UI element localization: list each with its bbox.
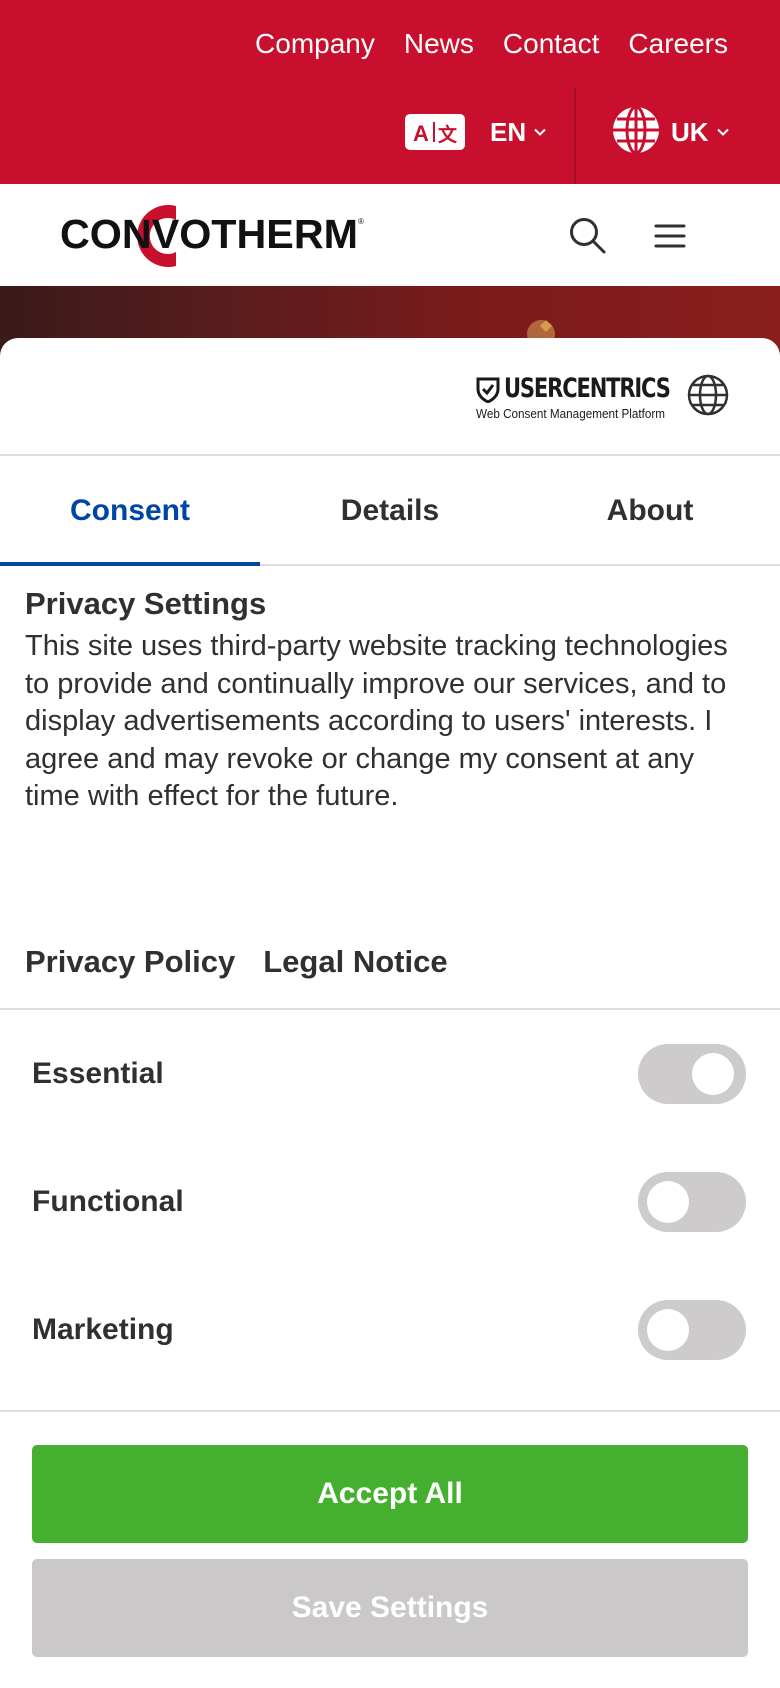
accept-all-button[interactable]: Accept All [32, 1445, 748, 1543]
nav-link-careers[interactable]: Careers [628, 24, 728, 64]
tab-consent[interactable]: Consent [0, 458, 260, 566]
privacy-policy-link[interactable]: Privacy Policy [25, 942, 235, 982]
privacy-settings-title: Privacy Settings [25, 586, 267, 621]
functional-toggle[interactable] [638, 1172, 746, 1232]
site-header: CONVOTHERM ® [0, 184, 780, 286]
category-row-marketing: Marketing [0, 1266, 780, 1394]
privacy-settings-description: This site uses third-party website track… [25, 630, 728, 812]
legal-links: Privacy Policy Legal Notice [25, 942, 448, 982]
consent-actions: Accept All Save Settings [0, 1410, 780, 1688]
locale-row: A 文 EN UK [0, 88, 780, 184]
category-row-essential: Essential [0, 1010, 780, 1138]
logo-text: CONVOTHERM [60, 211, 358, 257]
nav-link-contact[interactable]: Contact [503, 24, 600, 64]
language-label: EN [490, 117, 527, 147]
top-utility-bar: Company News Contact Careers A 文 EN UK [0, 0, 780, 184]
language-globe-icon[interactable] [686, 373, 730, 417]
category-label: Essential [32, 1057, 164, 1090]
divider [574, 88, 576, 184]
privacy-settings-section: Privacy Settings This site uses third-pa… [25, 584, 755, 816]
essential-toggle[interactable] [638, 1044, 746, 1104]
usercentrics-logo: USERCENTRICS Web Consent Management Plat… [474, 374, 671, 424]
svg-text:A: A [413, 121, 429, 146]
search-icon[interactable] [566, 214, 610, 258]
nav-link-news[interactable]: News [404, 24, 474, 64]
globe-icon[interactable] [612, 106, 660, 154]
consent-categories: Essential Functional Marketing [0, 1008, 780, 1394]
category-row-functional: Functional [0, 1138, 780, 1266]
usercentrics-wordmark: USERCENTRICS [504, 373, 671, 404]
language-selector[interactable]: EN [490, 114, 546, 150]
chevron-down-icon [716, 128, 729, 136]
toggle-knob [647, 1181, 689, 1223]
legal-notice-link[interactable]: Legal Notice [263, 942, 447, 982]
tab-about[interactable]: About [520, 458, 780, 564]
toggle-knob [692, 1053, 734, 1095]
marketing-toggle[interactable] [638, 1300, 746, 1360]
category-label: Functional [32, 1185, 184, 1218]
category-label: Marketing [32, 1313, 174, 1346]
consent-modal-header: USERCENTRICS Web Consent Management Plat… [0, 338, 780, 456]
nav-link-company[interactable]: Company [255, 24, 375, 64]
top-nav: Company News Contact Careers [255, 24, 728, 64]
save-settings-button[interactable]: Save Settings [32, 1559, 748, 1657]
chevron-down-icon [534, 128, 546, 136]
region-label: UK [671, 117, 709, 147]
shield-check-icon [476, 377, 500, 403]
usercentrics-tagline: Web Consent Management Platform [476, 406, 666, 421]
tab-details[interactable]: Details [260, 458, 520, 564]
consent-modal: USERCENTRICS Web Consent Management Plat… [0, 338, 780, 1688]
toggle-knob [647, 1309, 689, 1351]
svg-text:®: ® [358, 217, 364, 226]
region-selector[interactable]: UK [671, 114, 729, 150]
page: Company News Contact Careers A 文 EN UK C… [0, 0, 780, 1688]
hamburger-menu-icon[interactable] [648, 214, 692, 258]
consent-tabs: Consent Details About [0, 458, 780, 566]
translate-icon[interactable]: A 文 [405, 114, 465, 150]
svg-text:文: 文 [438, 123, 458, 146]
convotherm-logo[interactable]: CONVOTHERM ® [58, 198, 368, 274]
